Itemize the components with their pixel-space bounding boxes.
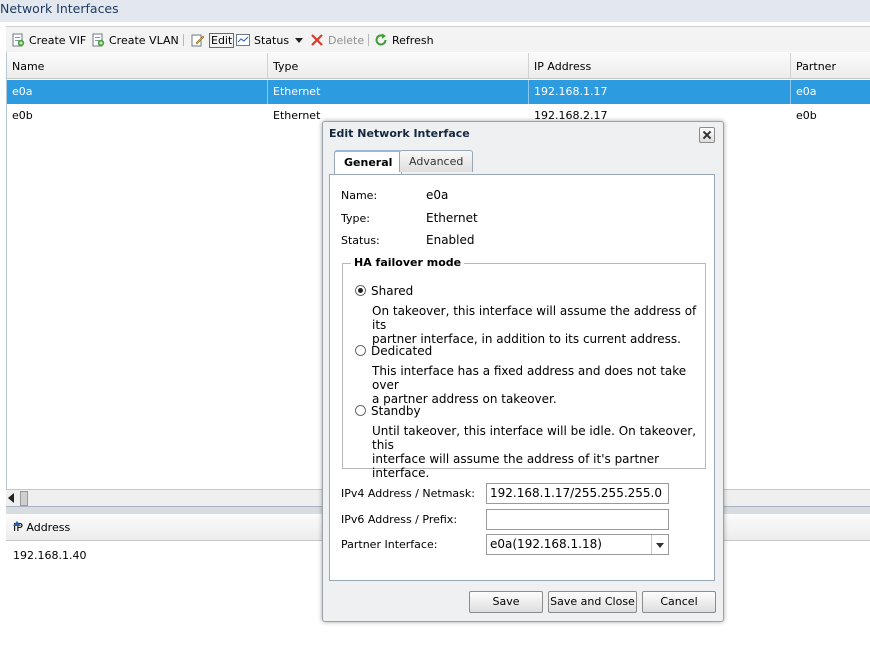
shared-radio[interactable] — [355, 285, 366, 296]
cell-name: e0a — [7, 80, 268, 104]
dialog-title: Edit Network Interface — [329, 127, 470, 140]
chevron-down-icon — [295, 37, 304, 43]
ipv4-label: IPv4 Address / Netmask: — [341, 487, 475, 500]
create-vif-label: Create VIF — [29, 33, 87, 47]
dedicated-label: Dedicated — [371, 344, 433, 358]
close-icon[interactable] — [699, 127, 715, 143]
edit-button[interactable]: Edit — [191, 27, 235, 53]
cell-type: Ethernet — [268, 80, 529, 104]
ha-failover-fieldset: HA failover mode Shared On takeover, thi… — [342, 256, 706, 480]
standby-description-line: Until takeover, this interface will be i… — [372, 424, 697, 452]
chevron-down-icon[interactable] — [651, 535, 668, 554]
type-label: Type: — [341, 212, 370, 225]
toolbar-separator — [368, 34, 369, 46]
ipv6-label: IPv6 Address / Prefix: — [341, 513, 458, 526]
status-label: Status — [254, 33, 290, 47]
edit-network-interface-dialog: Edit Network Interface General Advanced … — [322, 121, 724, 622]
shared-description-line: On takeover, this interface will assume … — [372, 304, 697, 332]
status-button[interactable]: Status — [236, 27, 304, 53]
column-header-type[interactable]: Type — [268, 53, 529, 78]
partner-interface-value: e0a(192.168.1.18) — [490, 537, 602, 551]
general-tab-panel: Name: e0a Type: Ethernet Status: Enabled… — [329, 174, 715, 581]
cell-partner: e0a — [796, 85, 817, 98]
lower-ip-value: 192.168.1.40 — [13, 549, 87, 562]
ipv6-address-input[interactable] — [486, 509, 669, 530]
status-chart-icon — [236, 33, 250, 47]
column-header-name[interactable]: Name — [7, 53, 268, 78]
create-vif-button[interactable]: Create VIF — [11, 27, 86, 53]
lower-column-label: IP Address — [13, 521, 71, 534]
ha-failover-legend: HA failover mode — [351, 256, 465, 269]
panel-title: Network Interfaces — [0, 1, 119, 16]
shared-label: Shared — [371, 284, 414, 298]
dedicated-radio[interactable] — [355, 345, 366, 356]
panel-title-bar: Network Interfaces — [0, 0, 870, 22]
edit-label: Edit — [209, 32, 235, 48]
cell-ip: 192.168.1.17 — [529, 80, 791, 104]
dedicated-description-line: This interface has a fixed address and d… — [372, 364, 687, 392]
status-label: Status: — [341, 234, 380, 247]
scroll-left-icon[interactable] — [8, 493, 14, 503]
table-row[interactable]: e0a Ethernet 192.168.1.17 e0a — [7, 80, 870, 104]
standby-label: Standby — [371, 404, 421, 418]
standby-description: Until takeover, this interface will be i… — [372, 424, 702, 480]
grid-header: Name Type IP Address Partner — [7, 53, 870, 79]
create-vlan-label: Create VLAN — [109, 33, 179, 47]
status-value: Enabled — [426, 233, 475, 247]
type-value: Ethernet — [426, 211, 478, 225]
cell-partner: e0b — [796, 109, 817, 122]
create-vlan-button[interactable]: Create VLAN — [91, 27, 179, 53]
edit-icon — [191, 33, 205, 47]
sort-ascending-icon — [13, 521, 21, 526]
refresh-button[interactable]: Refresh — [374, 27, 434, 53]
partner-interface-select[interactable]: e0a(192.168.1.18) — [486, 534, 669, 555]
cell-name: e0b — [12, 109, 33, 122]
scroll-thumb[interactable] — [20, 491, 28, 506]
create-vif-icon — [11, 33, 25, 47]
cancel-button[interactable]: Cancel — [642, 591, 716, 613]
shared-description: On takeover, this interface will assume … — [372, 304, 702, 346]
refresh-icon — [374, 33, 388, 47]
standby-radio[interactable] — [355, 405, 366, 416]
save-button[interactable]: Save — [469, 591, 543, 613]
name-label: Name: — [341, 189, 378, 202]
save-and-close-button[interactable]: Save and Close — [548, 591, 637, 613]
delete-button[interactable]: Delete — [310, 27, 364, 53]
dedicated-description: This interface has a fixed address and d… — [372, 364, 702, 406]
ipv4-address-input[interactable]: 192.168.1.17/255.255.255.0 — [486, 483, 669, 504]
tab-general[interactable]: General — [334, 150, 403, 174]
refresh-label: Refresh — [392, 33, 434, 47]
toolbar-separator — [183, 34, 184, 46]
delete-x-icon — [310, 33, 324, 47]
create-vlan-icon — [91, 33, 105, 47]
column-header-ip-address[interactable]: IP Address — [529, 53, 791, 78]
column-header-partner[interactable]: Partner — [791, 53, 870, 78]
partner-interface-label: Partner Interface: — [341, 538, 438, 551]
toolbar: Create VIF Create VLAN Edit Status Delet… — [6, 26, 870, 54]
name-value: e0a — [426, 188, 449, 202]
standby-description-line: interface will assume the address of it'… — [372, 452, 660, 480]
tab-advanced[interactable]: Advanced — [399, 150, 474, 172]
dedicated-description-line: a partner address on takeover. — [372, 392, 557, 406]
delete-label: Delete — [328, 33, 365, 47]
